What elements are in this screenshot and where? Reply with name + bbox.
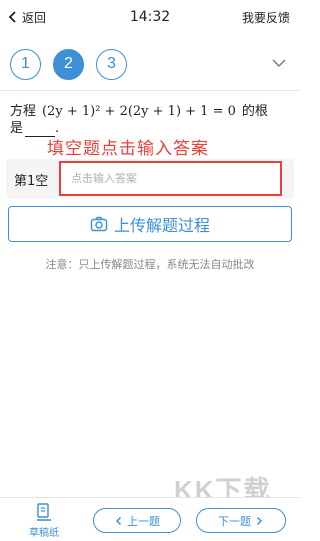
hint-annotation: 填空题点击输入答案 (47, 139, 209, 159)
step-1-button[interactable]: 1 (10, 48, 41, 80)
chevron-down-icon[interactable] (270, 54, 288, 72)
upload-solution-button[interactable]: 上传解题过程 (8, 206, 292, 242)
top-bar: 返回 14:32 我要反馈 (0, 0, 300, 34)
draft-paper-icon (37, 503, 51, 521)
camera-icon (90, 216, 108, 232)
step-2-button[interactable]: 2 (53, 48, 84, 80)
upload-note: 注意：只上传解题过程，系统无法自动批改 (45, 258, 255, 271)
chevron-right-icon (256, 516, 263, 525)
answer-row: 第1空 (6, 159, 294, 199)
chevron-left-icon (8, 11, 16, 23)
question-text: 方程 (2y + 1)² + 2(2y + 1) + 1 = 0 的根 是 . (10, 104, 290, 137)
upload-label: 上传解题过程 (113, 216, 210, 235)
step-3-button[interactable]: 3 (96, 48, 127, 80)
question-prefix: 方程 (10, 104, 37, 119)
back-label: 返回 (22, 10, 47, 25)
next-question-button[interactable]: 下一题 (196, 508, 286, 533)
answer-input[interactable] (59, 161, 282, 196)
question-line2-prefix: 是 (10, 121, 24, 136)
bottom-bar: 草稿纸 上一题 下一题 (0, 497, 300, 541)
draft-paper-button[interactable]: 草稿纸 (24, 502, 64, 539)
question-stepper: 1 2 3 (0, 42, 300, 86)
question-suffix: 的根 (241, 104, 268, 119)
next-label: 下一题 (218, 514, 251, 528)
chevron-left-icon (115, 516, 122, 525)
draft-label: 草稿纸 (29, 528, 59, 539)
prev-question-button[interactable]: 上一题 (93, 508, 181, 533)
question-formula: (2y + 1)² + 2(2y + 1) + 1 = 0 (42, 104, 236, 119)
feedback-button[interactable]: 我要反馈 (242, 9, 290, 26)
blank-label: 第1空 (14, 173, 49, 189)
prev-label: 上一题 (127, 514, 160, 528)
divider (0, 90, 300, 91)
back-button[interactable]: 返回 (6, 9, 46, 26)
